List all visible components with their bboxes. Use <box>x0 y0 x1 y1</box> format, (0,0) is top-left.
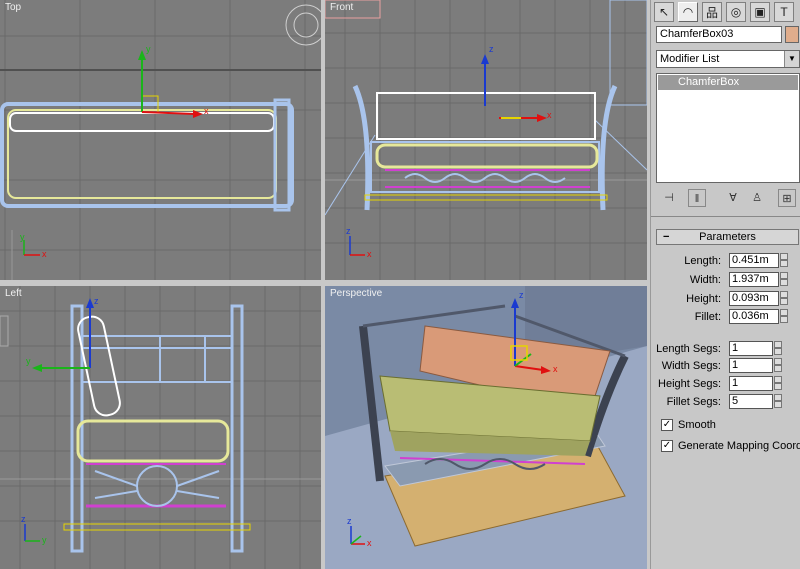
stack-toolbar: ⊣ ǁ ∀ ♙ ⊞ <box>656 187 800 209</box>
display-tab[interactable]: ▣ <box>750 2 770 22</box>
smooth-checkbox[interactable]: ✓ Smooth <box>661 418 800 434</box>
length-field[interactable]: 0.451m <box>729 253 779 268</box>
object-color-swatch[interactable] <box>785 26 799 43</box>
smooth-checkmark-icon[interactable]: ✓ <box>661 419 673 431</box>
front-viewport-canvas[interactable] <box>325 0 647 280</box>
fillet-segs-spinner[interactable] <box>774 394 782 409</box>
mapping-coords-label: Generate Mapping Coords. <box>678 440 800 452</box>
collapse-icon: − <box>663 231 670 243</box>
length-segs-field[interactable]: 1 <box>729 341 773 356</box>
height-segs-spinner[interactable] <box>774 376 782 391</box>
height-segs-row: Height Segs: 1 <box>651 376 800 392</box>
width-segs-spinner[interactable] <box>774 358 782 373</box>
height-spinner[interactable] <box>780 291 788 306</box>
remove-modifier-icon[interactable]: ♙ <box>748 189 766 207</box>
axis-label-x: x <box>42 249 47 259</box>
command-panel: ↖ ◠ 品 ◎ ▣ T ChamferBox03 Modifier List ▼… <box>650 0 800 569</box>
height-row: Height: 0.093m <box>651 291 800 307</box>
viewport-top[interactable]: Top y x y x <box>0 0 321 280</box>
fillet-row: Fillet: 0.036m <box>651 309 800 325</box>
viewport-perspective[interactable]: Perspective z x z x <box>325 286 647 569</box>
viewport-label-front[interactable]: Front <box>330 2 353 13</box>
mapping-coords-checkbox[interactable]: ✓ Generate Mapping Coords. <box>661 439 800 455</box>
axis-label-y: y <box>146 44 151 54</box>
height-segs-label: Height Segs: <box>658 378 721 390</box>
perspective-viewport-canvas[interactable] <box>325 286 647 569</box>
viewport-front[interactable]: Front z x z x <box>325 0 647 280</box>
top-viewport-canvas[interactable] <box>0 0 321 280</box>
modify-tab[interactable]: ◠ <box>678 2 698 22</box>
fillet-field[interactable]: 0.036m <box>729 309 779 324</box>
smooth-label: Smooth <box>678 419 716 431</box>
width-segs-label: Width Segs: <box>661 360 721 372</box>
configure-sets-icon[interactable]: ⊞ <box>778 189 796 207</box>
hierarchy-tab-icon: 品 <box>705 5 718 20</box>
width-segs-row: Width Segs: 1 <box>651 358 800 374</box>
axis-label-y: y <box>20 232 25 242</box>
axis-label-x: x <box>367 249 372 259</box>
axis-label-z: z <box>21 514 26 524</box>
width-spinner[interactable] <box>780 272 788 287</box>
motion-tab-icon: ◎ <box>730 5 742 19</box>
axis-label-z: z <box>347 516 352 526</box>
fillet-label: Fillet: <box>694 311 721 323</box>
create-tab[interactable]: ↖ <box>654 2 674 22</box>
length-label: Length: <box>684 255 721 267</box>
stack-item-chamferbox[interactable]: ChamferBox <box>658 75 798 90</box>
axis-label-z: z <box>519 290 524 300</box>
axis-label-z: z <box>489 44 494 54</box>
create-tab-icon: ↖ <box>658 5 670 19</box>
parameters-title: Parameters <box>699 231 756 243</box>
utilities-tab-icon: T <box>780 5 788 19</box>
axis-label-x: x <box>367 538 372 548</box>
parameters-rollout-header[interactable]: − Parameters <box>656 229 799 245</box>
viewport-label-perspective[interactable]: Perspective <box>330 288 382 299</box>
length-row: Length: 0.451m <box>651 253 800 269</box>
axis-label-x: x <box>553 364 558 374</box>
modify-tab-icon: ◠ <box>682 5 694 19</box>
mapping-checkmark-icon[interactable]: ✓ <box>661 440 673 452</box>
hierarchy-tab[interactable]: 品 <box>702 2 722 22</box>
width-label: Width: <box>689 274 721 286</box>
axis-label-x: x <box>204 106 209 116</box>
make-unique-icon[interactable]: ∀ <box>724 189 742 207</box>
axis-label-x: x <box>547 110 552 120</box>
length-segs-label: Length Segs: <box>656 343 721 355</box>
object-name-field[interactable]: ChamferBox03 <box>656 26 782 43</box>
fillet-segs-field[interactable]: 5 <box>729 394 773 409</box>
left-viewport-canvas[interactable] <box>0 286 321 569</box>
viewport-label-left[interactable]: Left <box>5 288 22 299</box>
length-spinner[interactable] <box>780 253 788 268</box>
viewport-label-top[interactable]: Top <box>5 2 21 13</box>
modifier-list-label: Modifier List <box>660 53 720 65</box>
width-field[interactable]: 1.937m <box>729 272 779 287</box>
axis-label-y: y <box>42 535 47 545</box>
width-segs-field[interactable]: 1 <box>729 358 773 373</box>
display-tab-icon: ▣ <box>754 5 766 19</box>
modifier-list-dropdown[interactable]: Modifier List ▼ <box>656 50 800 68</box>
axis-label-y: y <box>26 356 31 366</box>
fillet-segs-row: Fillet Segs: 5 <box>651 394 800 410</box>
height-segs-field[interactable]: 1 <box>729 376 773 391</box>
width-row: Width: 1.937m <box>651 272 800 288</box>
utilities-tab[interactable]: T <box>774 2 794 22</box>
height-field[interactable]: 0.093m <box>729 291 779 306</box>
pin-stack-icon[interactable]: ⊣ <box>660 189 678 207</box>
length-segs-row: Length Segs: 1 <box>651 341 800 357</box>
chevron-down-icon[interactable]: ▼ <box>784 51 799 67</box>
fillet-segs-label: Fillet Segs: <box>666 396 721 408</box>
axis-label-z: z <box>94 296 99 306</box>
length-segs-spinner[interactable] <box>774 341 782 356</box>
height-label: Height: <box>686 293 721 305</box>
panel-divider <box>651 216 800 217</box>
motion-tab[interactable]: ◎ <box>726 2 746 22</box>
show-end-result-icon[interactable]: ǁ <box>688 189 706 207</box>
modifier-stack[interactable]: ChamferBox <box>656 73 800 183</box>
fillet-spinner[interactable] <box>780 309 788 324</box>
axis-label-z: z <box>346 226 351 236</box>
viewport-left[interactable]: Left z y z y <box>0 286 321 569</box>
